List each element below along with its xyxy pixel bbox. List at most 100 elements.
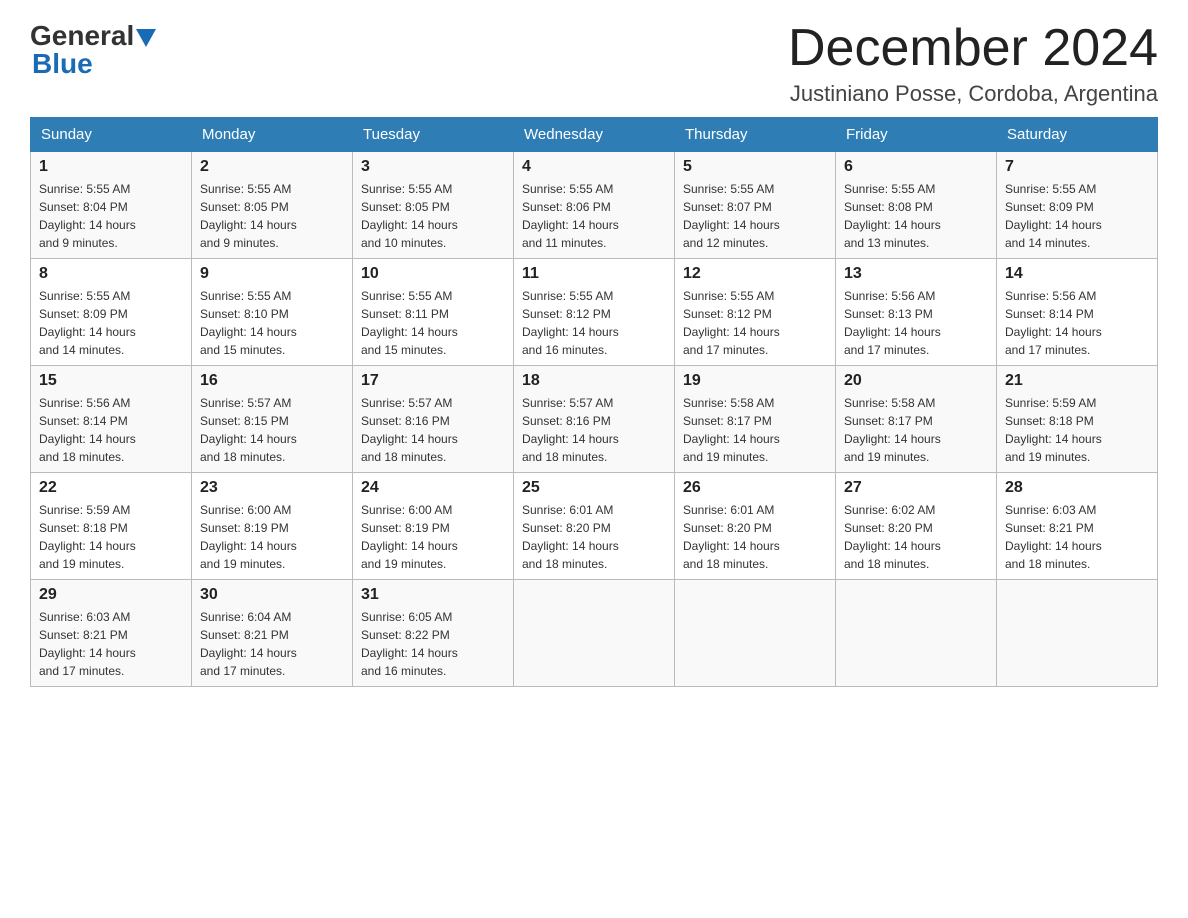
calendar-cell: 23Sunrise: 6:00 AMSunset: 8:19 PMDayligh… — [192, 473, 353, 580]
calendar-cell: 18Sunrise: 5:57 AMSunset: 8:16 PMDayligh… — [514, 366, 675, 473]
day-info: Sunrise: 6:02 AMSunset: 8:20 PMDaylight:… — [844, 501, 988, 573]
calendar-cell: 25Sunrise: 6:01 AMSunset: 8:20 PMDayligh… — [514, 473, 675, 580]
day-info: Sunrise: 5:58 AMSunset: 8:17 PMDaylight:… — [683, 394, 827, 466]
calendar-cell — [836, 580, 997, 687]
day-info: Sunrise: 5:57 AMSunset: 8:16 PMDaylight:… — [522, 394, 666, 466]
logo-blue-text: Blue — [32, 48, 93, 79]
calendar-header-row: SundayMondayTuesdayWednesdayThursdayFrid… — [31, 118, 1158, 152]
day-number: 31 — [361, 586, 505, 604]
calendar-cell: 27 Sunrise: 6:02 AMSunset: 8:20 PMDayligh… — [836, 473, 997, 580]
calendar-cell — [675, 580, 836, 687]
day-number: 23 — [200, 479, 344, 497]
calendar-cell: 31 Sunrise: 6:05 AMSunset: 8:22 PMDayligh… — [353, 580, 514, 687]
day-number: 14 — [1005, 265, 1149, 283]
calendar-cell: 1 Sunrise: 5:55 AMSunset: 8:04 PMDaylight… — [31, 152, 192, 259]
day-info: Sunrise: 5:55 AMSunset: 8:10 PMDaylight:… — [200, 287, 344, 359]
weekday-header-monday: Monday — [192, 118, 353, 152]
calendar-cell: 21Sunrise: 5:59 AMSunset: 8:18 PMDayligh… — [997, 366, 1158, 473]
day-info: Sunrise: 5:59 AMSunset: 8:18 PMDaylight:… — [1005, 394, 1149, 466]
calendar-cell: 24 Sunrise: 6:00 AMSunset: 8:19 PMDayligh… — [353, 473, 514, 580]
calendar-table: SundayMondayTuesdayWednesdayThursdayFrid… — [30, 117, 1158, 687]
weekday-header-wednesday: Wednesday — [514, 118, 675, 152]
day-info: Sunrise: 6:03 AMSunset: 8:21 PMDaylight:… — [1005, 501, 1149, 573]
calendar-week-row: 15Sunrise: 5:56 AMSunset: 8:14 PMDayligh… — [31, 366, 1158, 473]
weekday-header-friday: Friday — [836, 118, 997, 152]
calendar-week-row: 29 Sunrise: 6:03 AMSunset: 8:21 PMDayligh… — [31, 580, 1158, 687]
day-info: Sunrise: 5:57 AMSunset: 8:15 PMDaylight:… — [200, 394, 344, 466]
day-info: Sunrise: 6:00 AMSunset: 8:19 PMDaylight:… — [361, 501, 505, 573]
day-number: 24 — [361, 479, 505, 497]
calendar-cell: 2 Sunrise: 5:55 AMSunset: 8:05 PMDaylight… — [192, 152, 353, 259]
calendar-cell: 4 Sunrise: 5:55 AMSunset: 8:06 PMDaylight… — [514, 152, 675, 259]
calendar-cell: 29 Sunrise: 6:03 AMSunset: 8:21 PMDayligh… — [31, 580, 192, 687]
calendar-week-row: 1 Sunrise: 5:55 AMSunset: 8:04 PMDaylight… — [31, 152, 1158, 259]
day-number: 19 — [683, 372, 827, 390]
month-title: December 2024 — [788, 20, 1158, 77]
day-number: 16 — [200, 372, 344, 390]
day-number: 1 — [39, 158, 183, 176]
calendar-cell: 16 Sunrise: 5:57 AMSunset: 8:15 PMDayligh… — [192, 366, 353, 473]
day-info: Sunrise: 5:56 AMSunset: 8:13 PMDaylight:… — [844, 287, 988, 359]
calendar-cell: 30Sunrise: 6:04 AMSunset: 8:21 PMDayligh… — [192, 580, 353, 687]
day-info: Sunrise: 5:55 AMSunset: 8:09 PMDaylight:… — [1005, 180, 1149, 252]
day-info: Sunrise: 6:04 AMSunset: 8:21 PMDaylight:… — [200, 608, 344, 680]
logo: General Blue — [30, 20, 156, 80]
day-info: Sunrise: 5:55 AMSunset: 8:05 PMDaylight:… — [361, 180, 505, 252]
weekday-header-saturday: Saturday — [997, 118, 1158, 152]
day-info: Sunrise: 6:03 AMSunset: 8:21 PMDaylight:… — [39, 608, 183, 680]
day-number: 2 — [200, 158, 344, 176]
calendar-cell: 13 Sunrise: 5:56 AMSunset: 8:13 PMDayligh… — [836, 259, 997, 366]
weekday-header-thursday: Thursday — [675, 118, 836, 152]
day-number: 29 — [39, 586, 183, 604]
calendar-week-row: 22 Sunrise: 5:59 AMSunset: 8:18 PMDayligh… — [31, 473, 1158, 580]
day-info: Sunrise: 5:58 AMSunset: 8:17 PMDaylight:… — [844, 394, 988, 466]
day-number: 13 — [844, 265, 988, 283]
day-info: Sunrise: 6:01 AMSunset: 8:20 PMDaylight:… — [683, 501, 827, 573]
page-header: General Blue December 2024 Justiniano Po… — [30, 20, 1158, 107]
day-info: Sunrise: 5:55 AMSunset: 8:11 PMDaylight:… — [361, 287, 505, 359]
calendar-cell: 8Sunrise: 5:55 AMSunset: 8:09 PMDaylight… — [31, 259, 192, 366]
day-info: Sunrise: 5:55 AMSunset: 8:05 PMDaylight:… — [200, 180, 344, 252]
day-number: 4 — [522, 158, 666, 176]
day-number: 27 — [844, 479, 988, 497]
day-info: Sunrise: 5:55 AMSunset: 8:08 PMDaylight:… — [844, 180, 988, 252]
calendar-cell: 11 Sunrise: 5:55 AMSunset: 8:12 PMDayligh… — [514, 259, 675, 366]
calendar-cell: 10 Sunrise: 5:55 AMSunset: 8:11 PMDayligh… — [353, 259, 514, 366]
calendar-cell: 3 Sunrise: 5:55 AMSunset: 8:05 PMDaylight… — [353, 152, 514, 259]
day-number: 6 — [844, 158, 988, 176]
day-number: 20 — [844, 372, 988, 390]
day-number: 3 — [361, 158, 505, 176]
day-info: Sunrise: 6:01 AMSunset: 8:20 PMDaylight:… — [522, 501, 666, 573]
logo-triangle-icon — [136, 29, 156, 47]
day-number: 12 — [683, 265, 827, 283]
calendar-cell: 20 Sunrise: 5:58 AMSunset: 8:17 PMDayligh… — [836, 366, 997, 473]
calendar-cell — [514, 580, 675, 687]
calendar-cell — [997, 580, 1158, 687]
day-info: Sunrise: 5:55 AMSunset: 8:06 PMDaylight:… — [522, 180, 666, 252]
weekday-header-tuesday: Tuesday — [353, 118, 514, 152]
calendar-cell: 28 Sunrise: 6:03 AMSunset: 8:21 PMDayligh… — [997, 473, 1158, 580]
day-number: 22 — [39, 479, 183, 497]
calendar-cell: 6 Sunrise: 5:55 AMSunset: 8:08 PMDaylight… — [836, 152, 997, 259]
calendar-cell: 12 Sunrise: 5:55 AMSunset: 8:12 PMDayligh… — [675, 259, 836, 366]
calendar-cell: 5 Sunrise: 5:55 AMSunset: 8:07 PMDaylight… — [675, 152, 836, 259]
calendar-cell: 15Sunrise: 5:56 AMSunset: 8:14 PMDayligh… — [31, 366, 192, 473]
day-number: 8 — [39, 265, 183, 283]
weekday-header-sunday: Sunday — [31, 118, 192, 152]
day-number: 11 — [522, 265, 666, 283]
day-number: 28 — [1005, 479, 1149, 497]
calendar-cell: 19 Sunrise: 5:58 AMSunset: 8:17 PMDayligh… — [675, 366, 836, 473]
day-info: Sunrise: 5:55 AMSunset: 8:04 PMDaylight:… — [39, 180, 183, 252]
day-info: Sunrise: 5:55 AMSunset: 8:12 PMDaylight:… — [683, 287, 827, 359]
day-info: Sunrise: 5:56 AMSunset: 8:14 PMDaylight:… — [39, 394, 183, 466]
location-title: Justiniano Posse, Cordoba, Argentina — [788, 81, 1158, 107]
calendar-cell: 22 Sunrise: 5:59 AMSunset: 8:18 PMDayligh… — [31, 473, 192, 580]
day-info: Sunrise: 5:59 AMSunset: 8:18 PMDaylight:… — [39, 501, 183, 573]
day-info: Sunrise: 5:55 AMSunset: 8:12 PMDaylight:… — [522, 287, 666, 359]
day-number: 10 — [361, 265, 505, 283]
day-info: Sunrise: 5:55 AMSunset: 8:07 PMDaylight:… — [683, 180, 827, 252]
day-info: Sunrise: 6:05 AMSunset: 8:22 PMDaylight:… — [361, 608, 505, 680]
day-number: 5 — [683, 158, 827, 176]
title-area: December 2024 Justiniano Posse, Cordoba,… — [788, 20, 1158, 107]
day-number: 9 — [200, 265, 344, 283]
